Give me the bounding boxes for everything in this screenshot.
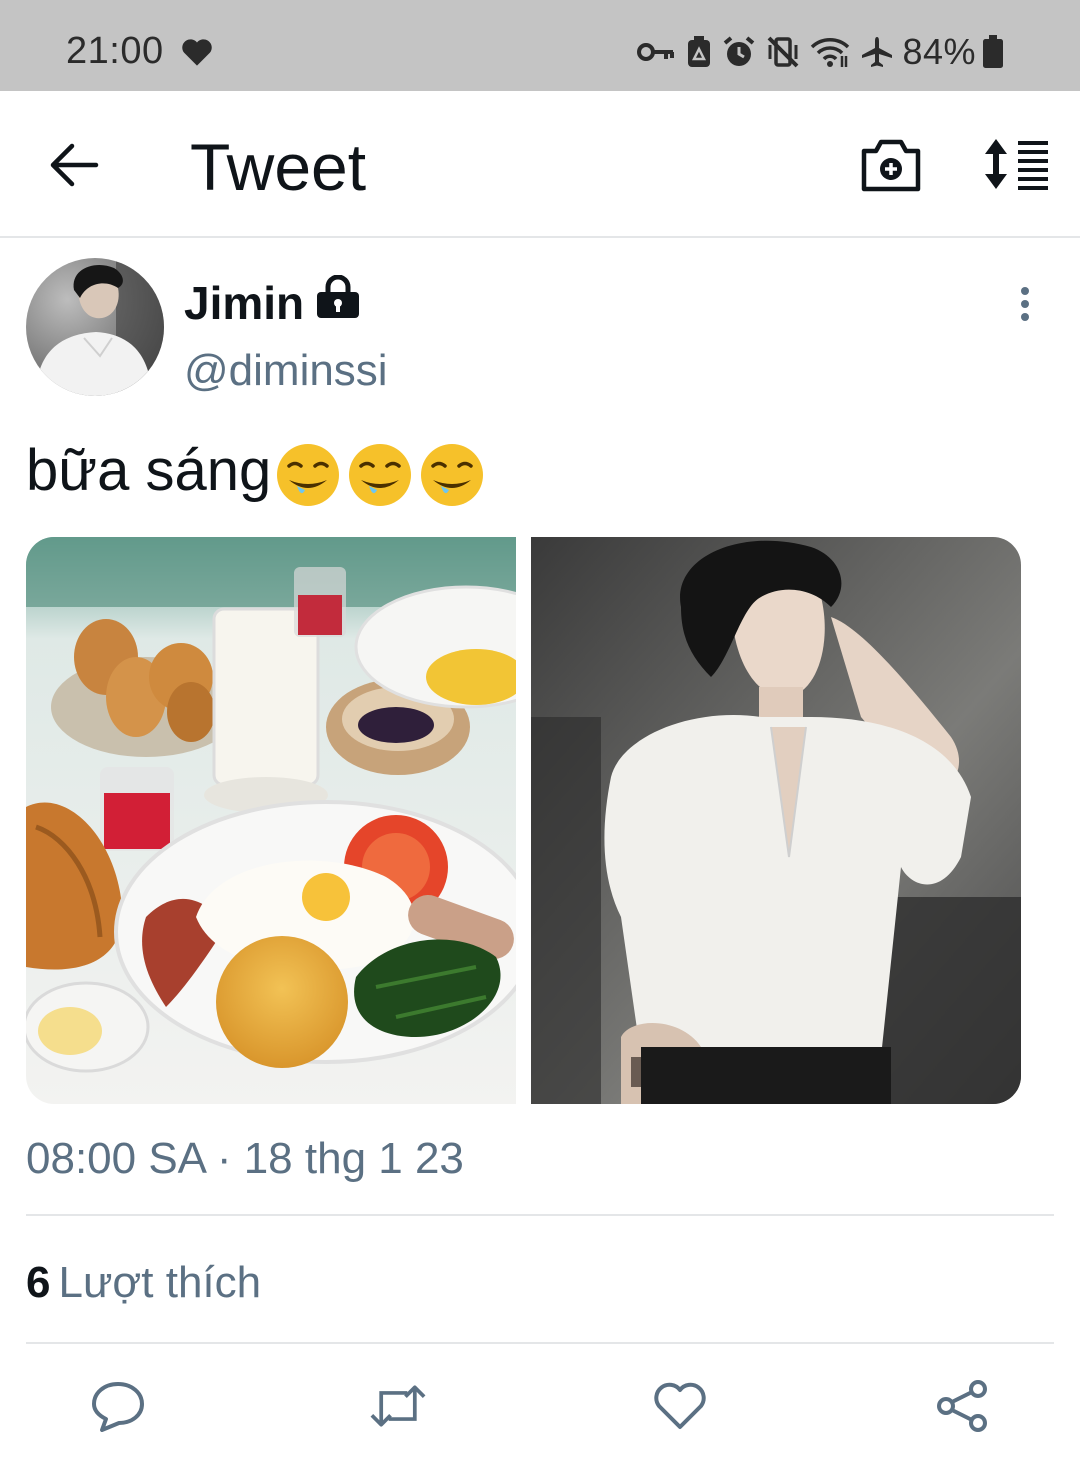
author-name[interactable]: Jimin bbox=[184, 276, 304, 330]
likes-label: Lượt thích bbox=[58, 1258, 262, 1307]
wifi-icon bbox=[811, 38, 850, 67]
emoji-group bbox=[275, 442, 491, 508]
tweet-text-content: bữa sáng bbox=[26, 438, 272, 503]
tweet-timestamp: 08:00 SA · 18 thg 1 23 bbox=[26, 1134, 464, 1183]
author-handle[interactable]: @diminssi bbox=[184, 346, 388, 396]
key-icon bbox=[637, 43, 675, 61]
status-icons: 84% bbox=[626, 30, 1004, 74]
media-photo-portrait[interactable] bbox=[531, 537, 1021, 1104]
likes-count: 6 bbox=[26, 1258, 51, 1307]
drooling-face-icon bbox=[421, 443, 484, 506]
more-options-icon[interactable] bbox=[1010, 286, 1040, 322]
avatar[interactable] bbox=[26, 258, 164, 396]
share-icon[interactable] bbox=[934, 1380, 990, 1432]
status-time: 21:00 bbox=[66, 30, 164, 72]
airplane-icon bbox=[862, 37, 893, 67]
battery-percent: 84% bbox=[902, 31, 976, 72]
tweet-text: bữa sáng bbox=[26, 438, 491, 508]
heart-icon bbox=[182, 39, 212, 66]
divider bbox=[26, 1342, 1054, 1344]
camera-plus-icon[interactable] bbox=[860, 137, 922, 193]
divider bbox=[26, 1214, 1054, 1216]
likes-summary[interactable]: 6 Lượt thích bbox=[26, 1258, 261, 1308]
like-icon[interactable] bbox=[652, 1380, 708, 1432]
status-bar: 21:00 84% bbox=[0, 0, 1080, 91]
media-photo-breakfast[interactable] bbox=[26, 537, 516, 1104]
reply-icon[interactable] bbox=[90, 1380, 146, 1432]
sort-list-icon[interactable] bbox=[982, 137, 1052, 191]
drooling-face-icon bbox=[277, 443, 340, 506]
page-title: Tweet bbox=[190, 130, 367, 204]
retweet-icon[interactable] bbox=[370, 1380, 426, 1432]
battery-icon bbox=[983, 35, 1003, 68]
mute-vibrate-icon bbox=[768, 36, 799, 68]
drooling-face-icon bbox=[349, 443, 412, 506]
recycle-icon bbox=[688, 36, 711, 67]
alarm-icon bbox=[724, 36, 755, 66]
app-header: Tweet bbox=[0, 91, 1080, 238]
arrow-left-icon[interactable] bbox=[48, 141, 100, 189]
lock-icon bbox=[317, 275, 359, 318]
